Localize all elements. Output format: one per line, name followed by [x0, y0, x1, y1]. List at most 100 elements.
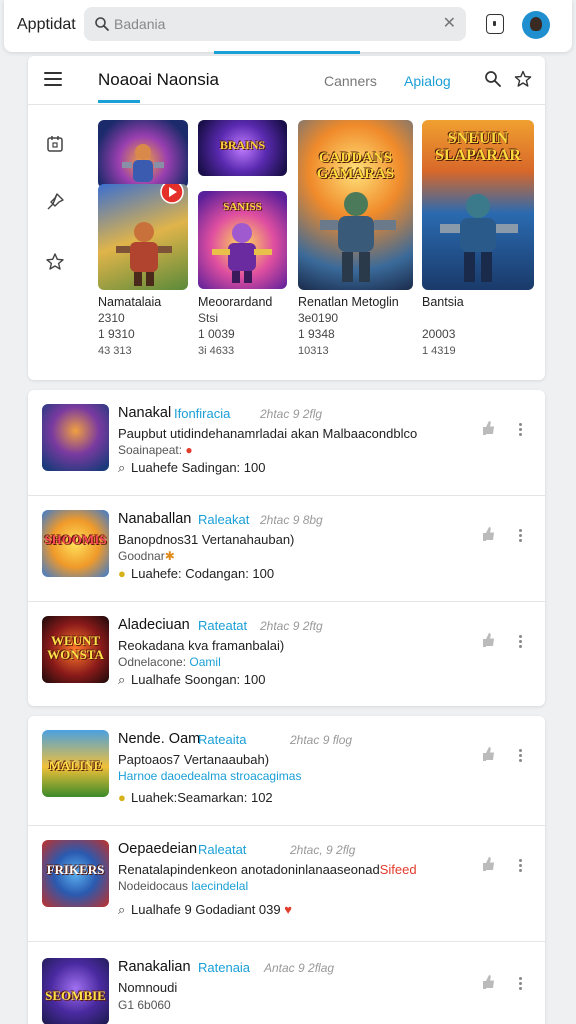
item-meta: Goodnar✱	[118, 549, 175, 563]
page-title: Noaoai Naonsia	[98, 70, 219, 89]
game-list-card: Nanakal Ifonfiracia 2htac 9 2flg Paupbut…	[28, 390, 545, 706]
item-date: 2htac 9 flog	[290, 733, 353, 747]
featured-count: 1 9348	[298, 327, 335, 341]
list-item[interactable]: SHOOMIS Nanaballan Raleakat 2htac 9 8bg …	[28, 496, 545, 602]
coin-icon: ●	[118, 566, 126, 581]
game-icon: WEUNT WONSTA	[42, 616, 109, 683]
item-tag[interactable]: Raleakat	[198, 512, 249, 527]
heart-icon[interactable]: ♥	[284, 902, 292, 917]
fire-icon: ●	[185, 443, 193, 457]
item-stats: ⌕ Lualhafe Soongan: 100	[118, 672, 266, 687]
featured-subtitle: 2310	[98, 311, 125, 325]
featured-count: 20003	[422, 327, 456, 341]
featured-title: Renatlan Metoglin	[298, 295, 399, 309]
thumbnail-title: SNEUIN SLAPARAR	[435, 130, 521, 164]
thumbs-up-icon[interactable]	[481, 632, 495, 648]
game-thumbnail[interactable]	[98, 120, 188, 188]
item-meta: Nodeidocaus laecindelal	[118, 879, 249, 893]
thumbnail-title: BRAINS	[219, 138, 266, 152]
item-tag[interactable]: Ratenaia	[198, 960, 250, 975]
item-tag[interactable]: Rateaita	[198, 732, 246, 747]
active-title-indicator	[98, 100, 140, 103]
item-description: Paupbut utidindehanamrladai akan Malbaac…	[118, 426, 418, 441]
featured-count: 1 0039	[198, 327, 235, 341]
item-date: 2htac, 9 2flg	[290, 843, 356, 857]
item-description: Paptoaos7 Vertanaaubah)	[118, 752, 270, 767]
list-item[interactable]: Nanakal Ifonfiracia 2htac 9 2flg Paupbut…	[28, 390, 545, 496]
play-badge-icon[interactable]	[160, 184, 184, 204]
header-divider	[28, 104, 545, 105]
avatar[interactable]	[522, 11, 550, 39]
thumbnail-title: CADDANS GAMARAS	[316, 150, 395, 182]
loading-progress-bar	[214, 51, 360, 54]
item-tag[interactable]: Ifonfiracia	[174, 406, 230, 421]
featured-title: Bantsia	[422, 295, 464, 309]
item-date: 2htac 9 8bg	[260, 513, 323, 527]
thumbs-up-icon[interactable]	[481, 420, 495, 436]
more-options-icon[interactable]	[519, 423, 523, 437]
game-icon: MALINE	[42, 730, 109, 797]
more-options-icon[interactable]	[519, 977, 523, 991]
item-stats: ● Luahefe: Codangan: 100	[118, 566, 275, 581]
notification-bell-button[interactable]	[486, 14, 504, 34]
list-item[interactable]: FRIKERS Oepaedeian Raleatat 2htac, 9 2fl…	[28, 826, 545, 942]
thumbs-up-icon[interactable]	[481, 526, 495, 542]
game-thumbnail[interactable]: CADDANS GAMARAS	[298, 120, 413, 290]
item-tag[interactable]: Rateatat	[198, 618, 247, 633]
item-title: Nende. Oam	[118, 731, 201, 747]
item-meta: G1 6b060	[118, 998, 171, 1012]
game-thumbnail[interactable]	[98, 184, 188, 290]
pin-icon[interactable]	[45, 192, 65, 212]
search-icon[interactable]	[484, 70, 502, 88]
item-stats: ⌕ Luahefe Sadingan: 100	[118, 460, 266, 475]
item-date: 2htac 9 2flg	[260, 407, 323, 421]
soldier-art	[440, 194, 518, 282]
thumbs-up-icon[interactable]	[481, 856, 495, 872]
search-icon: ⌕	[118, 460, 126, 475]
featured-title: Namatalaia	[98, 295, 162, 309]
featured-rating: 3i 4633	[198, 345, 235, 357]
thumbs-up-icon[interactable]	[481, 746, 495, 762]
game-icon: SHOOMIS	[42, 510, 109, 577]
star-icon[interactable]	[514, 70, 532, 88]
item-tag[interactable]: Raleatat	[198, 842, 246, 857]
list-item[interactable]: MALINE Nende. Oam Rateaita 2htac 9 flog …	[28, 716, 545, 826]
mech-art	[320, 192, 396, 282]
tab-apialog[interactable]: Apialog	[404, 73, 451, 89]
game-icon: FRIKERS	[42, 840, 109, 907]
featured-count: 1 9310	[98, 327, 135, 341]
hero-art	[212, 223, 272, 283]
search-icon	[95, 17, 109, 31]
list-item[interactable]: WEUNT WONSTA Aladeciuan Rateatat 2htac 9…	[28, 602, 545, 706]
calendar-icon[interactable]	[45, 134, 65, 154]
item-description: Reokadana kva framanbalai)	[118, 638, 285, 653]
item-meta: Odnelacone: Oamil	[118, 655, 221, 669]
item-stats: ⌕ Lualhafe 9 Godadiant 039 ♥	[118, 902, 292, 917]
star-outline-icon[interactable]	[45, 252, 65, 272]
featured-subtitle: Stsi	[198, 311, 219, 325]
coin-icon: ●	[118, 790, 126, 805]
app-title: Apptidat	[17, 16, 76, 33]
item-meta: Harnoe daoedealma stroacagimas	[118, 769, 302, 783]
item-stats: ● Luahek:Seamarkan: 102	[118, 790, 273, 805]
list-item[interactable]: SEOMBIE Ranakalian Ratenaia Antac 9 2fla…	[28, 942, 545, 1024]
more-options-icon[interactable]	[519, 749, 523, 763]
thumbs-up-icon[interactable]	[481, 974, 495, 990]
search-input[interactable]	[114, 12, 414, 36]
more-options-icon[interactable]	[519, 859, 523, 873]
more-options-icon[interactable]	[519, 529, 523, 543]
game-thumbnail[interactable]: SNEUIN SLAPARAR	[422, 120, 534, 290]
game-thumbnail[interactable]: SANISS	[198, 191, 287, 289]
game-thumbnail[interactable]: BRAINS	[198, 120, 287, 176]
menu-icon[interactable]	[44, 72, 62, 86]
search-bar[interactable]: ✕	[84, 7, 466, 41]
item-meta: Soainapeat: ●	[118, 443, 193, 457]
featured-rating: 10313	[298, 345, 329, 357]
clear-search-icon[interactable]: ✕	[443, 15, 456, 33]
tab-canners[interactable]: Canners	[324, 73, 377, 89]
more-options-icon[interactable]	[519, 635, 523, 649]
search-icon: ⌕	[118, 672, 126, 687]
item-date: 2htac 9 2ftg	[260, 619, 323, 633]
item-title: Oepaedeian	[118, 841, 198, 857]
game-list-card: MALINE Nende. Oam Rateaita 2htac 9 flog …	[28, 716, 545, 1024]
